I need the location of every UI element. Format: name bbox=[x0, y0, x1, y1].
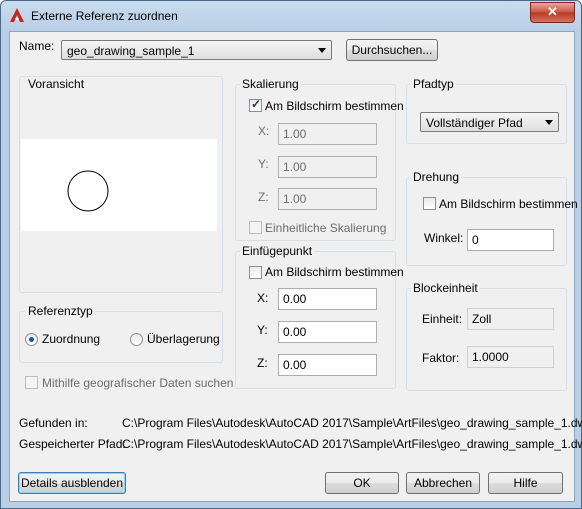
browse-button-label: Durchsuchen... bbox=[351, 43, 433, 57]
window-title: Externe Referenz zuordnen bbox=[31, 9, 178, 23]
preview-title: Voransicht bbox=[26, 77, 87, 91]
block-unit-group: Blockeinheit bbox=[406, 281, 567, 391]
radio-attach-label[interactable]: Zuordnung bbox=[42, 332, 100, 346]
chevron-down-icon bbox=[545, 120, 553, 125]
name-dropdown[interactable]: geo_drawing_sample_1 bbox=[61, 40, 332, 60]
title-bar: Externe Referenz zuordnen ✕ bbox=[1, 1, 581, 31]
insertion-x-label: X: bbox=[257, 291, 269, 305]
scale-x-input[interactable]: 1.00 bbox=[278, 123, 377, 145]
name-dropdown-value: geo_drawing_sample_1 bbox=[67, 44, 195, 58]
cancel-button[interactable]: Abbrechen bbox=[406, 472, 480, 494]
factor-value: 1.0000 bbox=[467, 346, 554, 368]
reference-type-title: Referenztyp bbox=[26, 304, 95, 318]
scale-on-screen-label[interactable]: Am Bildschirm bestimmen bbox=[265, 99, 404, 113]
scale-x-label: X: bbox=[258, 124, 270, 138]
path-type-value: Vollständiger Pfad bbox=[426, 116, 523, 130]
dialog-client-area: Name: geo_drawing_sample_1 Durchsuchen..… bbox=[9, 31, 582, 502]
radio-overlay-label[interactable]: Überlagerung bbox=[147, 332, 220, 346]
rotation-angle-input[interactable]: 0 bbox=[467, 229, 554, 251]
insertion-title: Einfügepunkt bbox=[240, 244, 315, 258]
dialog-window: Externe Referenz zuordnen ✕ Name: geo_dr… bbox=[0, 0, 582, 509]
found-in-value: C:\Program Files\Autodesk\AutoCAD 2017\S… bbox=[122, 416, 582, 430]
autocad-logo-icon bbox=[10, 8, 24, 22]
path-type-dropdown[interactable]: Vollständiger Pfad bbox=[420, 112, 559, 132]
found-in-label: Gefunden in: bbox=[19, 416, 88, 430]
rotation-angle-label: Winkel: bbox=[424, 231, 464, 245]
block-unit-title: Blockeinheit bbox=[411, 281, 480, 295]
insertion-x-input[interactable]: 0.00 bbox=[278, 288, 377, 310]
scale-z-input[interactable]: 1.00 bbox=[278, 188, 377, 210]
scale-y-label: Y: bbox=[258, 157, 269, 171]
help-button-label: Hilfe bbox=[513, 476, 538, 490]
preview-circle-drawing bbox=[67, 170, 109, 212]
insertion-on-screen-checkbox[interactable] bbox=[249, 266, 262, 279]
scale-z-label: Z: bbox=[258, 190, 269, 204]
geo-data-checkbox[interactable] bbox=[25, 376, 38, 389]
ok-button-label: OK bbox=[353, 476, 371, 490]
name-label: Name: bbox=[19, 39, 55, 53]
scale-y-input[interactable]: 1.00 bbox=[278, 156, 377, 178]
uniform-scale-label: Einheitliche Skalierung bbox=[265, 221, 387, 235]
radio-overlay[interactable] bbox=[130, 333, 143, 346]
factor-label: Faktor: bbox=[422, 351, 460, 365]
details-toggle-label: Details ausblenden bbox=[20, 476, 124, 490]
radio-attach[interactable] bbox=[25, 333, 38, 346]
saved-path-value: C:\Program Files\Autodesk\AutoCAD 2017\S… bbox=[122, 437, 582, 451]
rotation-on-screen-label[interactable]: Am Bildschirm bestimmen bbox=[439, 197, 578, 211]
insertion-y-label: Y: bbox=[257, 323, 268, 337]
details-toggle-button[interactable]: Details ausblenden bbox=[18, 472, 126, 494]
uniform-scale-checkbox[interactable] bbox=[249, 221, 262, 234]
help-button[interactable]: Hilfe bbox=[488, 472, 563, 494]
insertion-z-input[interactable]: 0.00 bbox=[278, 354, 377, 376]
scale-title: Skalierung bbox=[240, 77, 301, 91]
unit-label: Einheit: bbox=[422, 312, 463, 326]
rotation-group: Drehung bbox=[406, 170, 567, 266]
preview-image bbox=[21, 139, 217, 231]
unit-value: Zoll bbox=[467, 308, 554, 330]
saved-path-label: Gespeicherter Pfad: bbox=[19, 437, 126, 451]
geo-data-label: Mithilfe geografischer Daten suchen bbox=[42, 376, 234, 390]
rotation-title: Drehung bbox=[411, 170, 462, 184]
chevron-down-icon bbox=[318, 48, 326, 53]
rotation-on-screen-checkbox[interactable] bbox=[423, 197, 436, 210]
browse-button[interactable]: Durchsuchen... bbox=[346, 39, 438, 61]
insertion-on-screen-label[interactable]: Am Bildschirm bestimmen bbox=[265, 265, 404, 279]
cancel-button-label: Abbrechen bbox=[413, 476, 473, 490]
ok-button[interactable]: OK bbox=[325, 472, 399, 494]
close-button[interactable]: ✕ bbox=[530, 2, 575, 23]
path-type-title: Pfadtyp bbox=[411, 77, 456, 91]
scale-on-screen-checkbox[interactable] bbox=[249, 97, 262, 112]
insertion-y-input[interactable]: 0.00 bbox=[278, 321, 377, 343]
insertion-z-label: Z: bbox=[257, 356, 268, 370]
